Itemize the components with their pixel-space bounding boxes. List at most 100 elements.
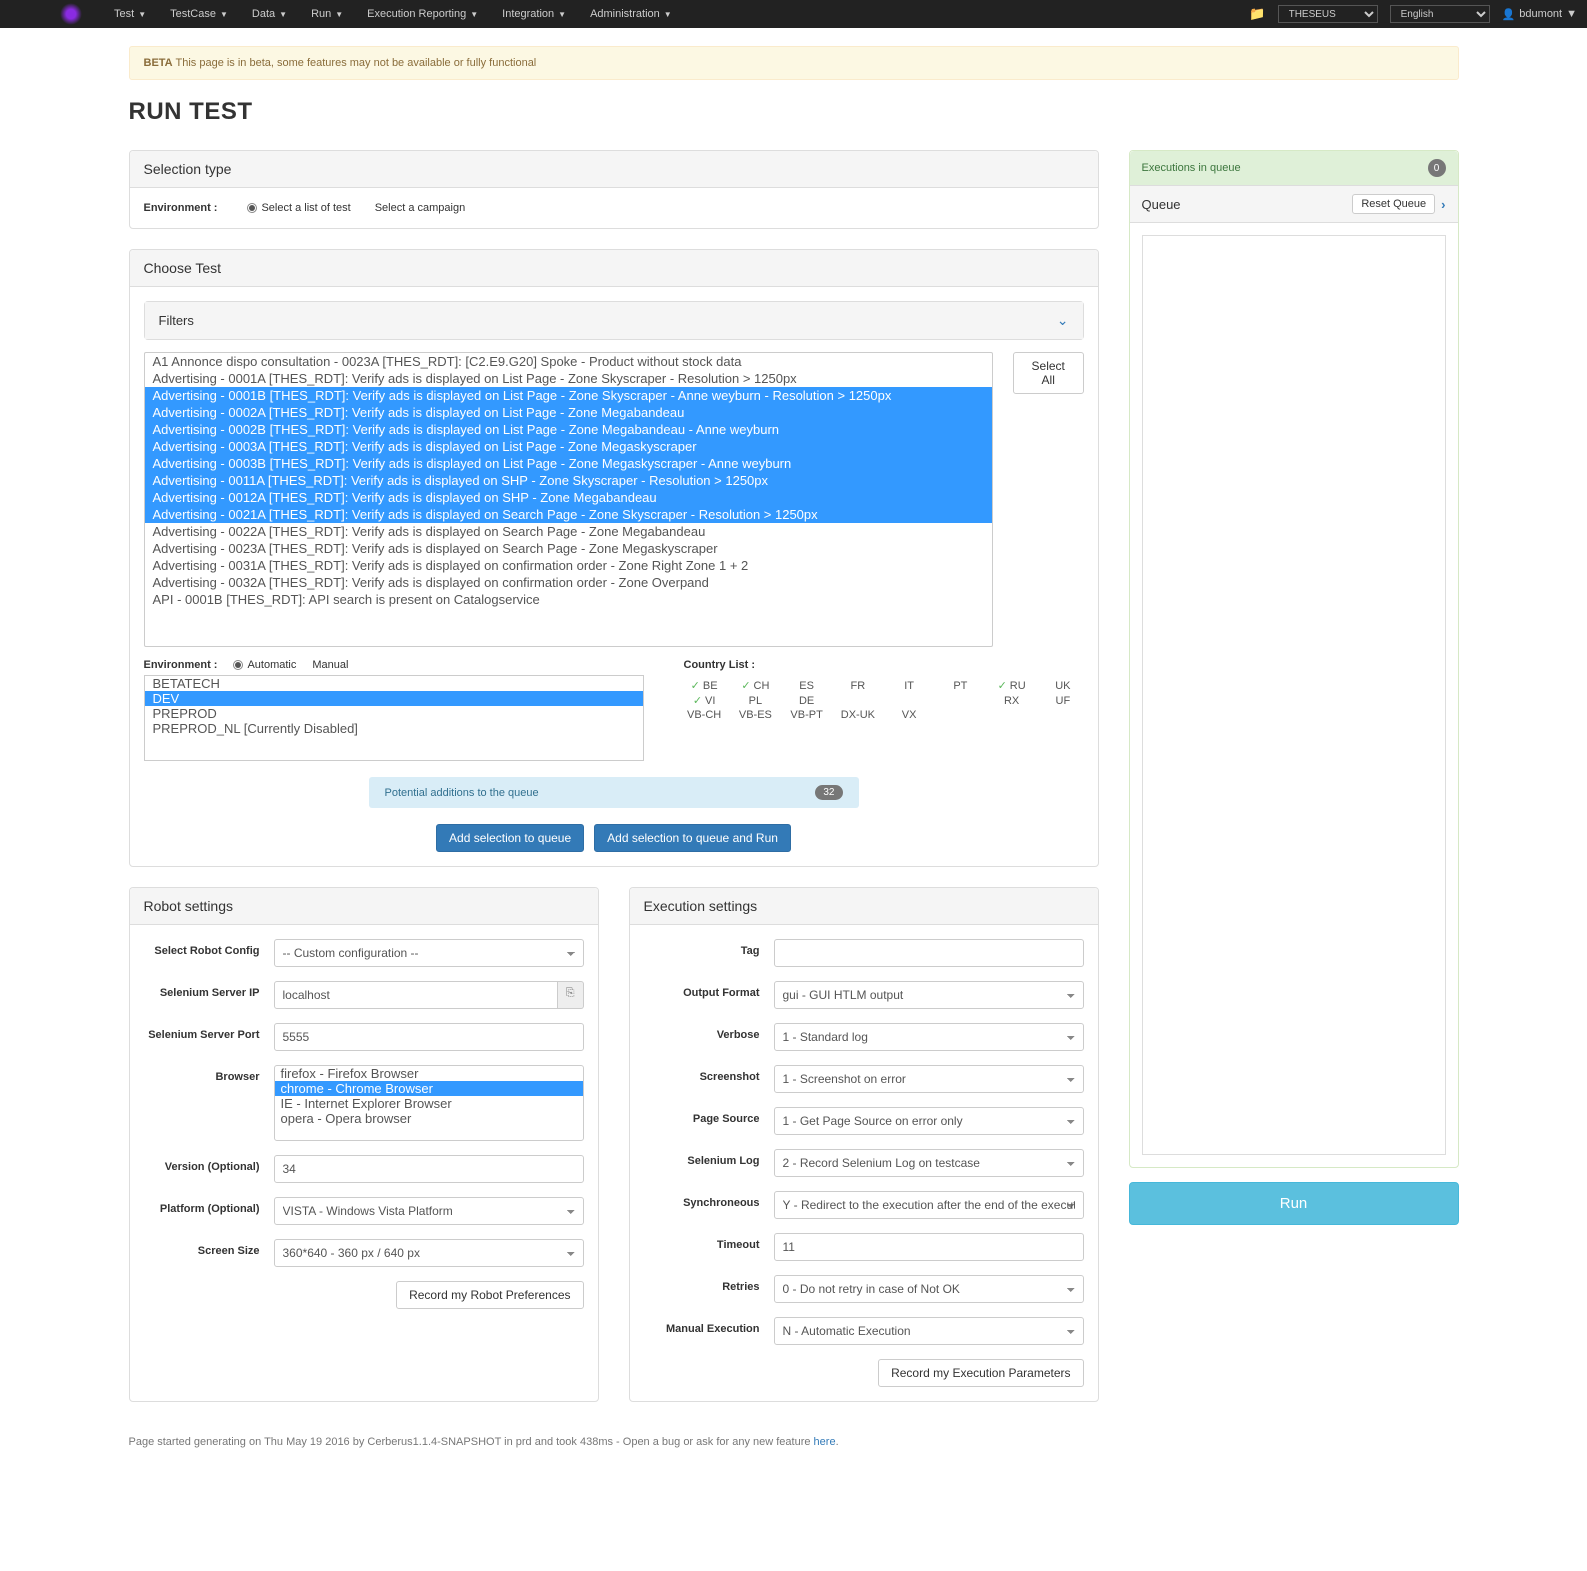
output-format-label: Output Format [644, 981, 774, 999]
country-uf[interactable]: UF [1042, 694, 1083, 707]
country-pl[interactable]: PL [735, 694, 776, 707]
test-option[interactable]: Advertising - 0021A [THES_RDT]: Verify a… [145, 506, 992, 523]
user-menu[interactable]: 👤 bdumont ▼ [1502, 8, 1577, 21]
test-listbox[interactable]: A1 Annonce dispo consultation - 0023A [T… [144, 352, 993, 647]
filters-toggle[interactable]: Filters ⌄ [145, 302, 1083, 339]
chevron-right-icon[interactable]: › [1441, 197, 1445, 212]
retries-select[interactable]: 0 - Do not retry in case of Not OK [774, 1275, 1084, 1303]
radio-label: Select a campaign [375, 202, 466, 214]
version-label: Version (Optional) [144, 1155, 274, 1173]
filters-panel: Filters ⌄ [144, 301, 1084, 340]
test-option[interactable]: Advertising - 0003B [THES_RDT]: Verify a… [145, 455, 992, 472]
radio-icon [247, 203, 257, 213]
country-uk[interactable]: UK [1042, 679, 1083, 692]
potential-label: Potential additions to the queue [385, 787, 539, 799]
select-all-button[interactable]: Select All [1013, 352, 1084, 394]
nav-item-integration[interactable]: Integration▼ [490, 8, 578, 20]
verbose-label: Verbose [644, 1023, 774, 1041]
footer-link[interactable]: here [814, 1436, 836, 1448]
country-vi[interactable]: ✓VI [684, 694, 725, 707]
selenium-ip-label: Selenium Server IP [144, 981, 274, 999]
record-robot-prefs-button[interactable]: Record my Robot Preferences [396, 1281, 583, 1309]
test-option[interactable]: Advertising - 0002A [THES_RDT]: Verify a… [145, 404, 992, 421]
robot-config-select[interactable]: -- Custom configuration -- [274, 939, 584, 967]
test-option[interactable]: Advertising - 0002B [THES_RDT]: Verify a… [145, 421, 992, 438]
platform-select[interactable]: VISTA - Windows Vista Platform [274, 1197, 584, 1225]
test-option[interactable]: Advertising - 0001B [THES_RDT]: Verify a… [145, 387, 992, 404]
nav-item-test[interactable]: Test▼ [102, 8, 158, 20]
radio-manual[interactable]: Manual [312, 659, 348, 671]
test-option[interactable]: Advertising - 0003A [THES_RDT]: Verify a… [145, 438, 992, 455]
filters-label: Filters [159, 313, 194, 328]
beta-label: BETA [144, 57, 173, 69]
browser-option[interactable]: chrome - Chrome Browser [275, 1081, 583, 1096]
radio-select-campaign[interactable]: Select a campaign [375, 202, 466, 214]
test-option[interactable]: API - 0001B [THES_RDT]: API search is pr… [145, 591, 992, 608]
test-option[interactable]: Advertising - 0022A [THES_RDT]: Verify a… [145, 523, 992, 540]
system-select[interactable]: THESEUS [1278, 5, 1378, 23]
test-option[interactable]: Advertising - 0032A [THES_RDT]: Verify a… [145, 574, 992, 591]
browser-option[interactable]: opera - Opera browser [275, 1111, 583, 1126]
country-be[interactable]: ✓BE [684, 679, 725, 692]
browser-label: Browser [144, 1065, 274, 1083]
screen-size-select[interactable]: 360*640 - 360 px / 640 px [274, 1239, 584, 1267]
run-button[interactable]: Run [1129, 1182, 1459, 1225]
tag-input[interactable] [774, 939, 1084, 967]
queue-list [1142, 235, 1446, 1155]
country-es[interactable]: ES [786, 679, 827, 692]
nav-item-testcase[interactable]: TestCase▼ [158, 8, 240, 20]
add-to-queue-button[interactable]: Add selection to queue [436, 824, 584, 852]
test-option[interactable]: Advertising - 0001A [THES_RDT]: Verify a… [145, 370, 992, 387]
test-option[interactable]: Advertising - 0012A [THES_RDT]: Verify a… [145, 489, 992, 506]
country-vx[interactable]: VX [889, 709, 930, 721]
add-to-queue-and-run-button[interactable]: Add selection to queue and Run [594, 824, 791, 852]
env-option[interactable]: PREPROD_NL [Currently Disabled] [145, 721, 643, 736]
timeout-input[interactable] [774, 1233, 1084, 1261]
reset-queue-button[interactable]: Reset Queue [1352, 194, 1435, 214]
record-exec-params-button[interactable]: Record my Execution Parameters [878, 1359, 1083, 1387]
country-ru[interactable]: ✓RU [991, 679, 1032, 692]
country-vb-pt[interactable]: VB-PT [786, 709, 827, 721]
country-de[interactable]: DE [786, 694, 827, 707]
env-option[interactable]: PREPROD [145, 706, 643, 721]
screenshot-select[interactable]: 1 - Screenshot on error [774, 1065, 1084, 1093]
execution-settings-panel: Execution settings Tag Output Format gui… [629, 887, 1099, 1402]
selenium-log-select[interactable]: 2 - Record Selenium Log on testcase [774, 1149, 1084, 1177]
language-select[interactable]: English [1390, 5, 1490, 23]
browser-option[interactable]: IE - Internet Explorer Browser [275, 1096, 583, 1111]
synchronous-select[interactable]: Y - Redirect to the execution after the … [774, 1191, 1084, 1219]
test-option[interactable]: Advertising - 0011A [THES_RDT]: Verify a… [145, 472, 992, 489]
selenium-port-input[interactable] [274, 1023, 584, 1051]
page-source-select[interactable]: 1 - Get Page Source on error only [774, 1107, 1084, 1135]
country-ch[interactable]: ✓CH [735, 679, 776, 692]
nav-item-run[interactable]: Run▼ [299, 8, 355, 20]
country-dx-uk[interactable]: DX-UK [837, 709, 878, 721]
nav-item-execution-reporting[interactable]: Execution Reporting▼ [355, 8, 490, 20]
beta-alert: BETA This page is in beta, some features… [129, 46, 1459, 80]
verbose-select[interactable]: 1 - Standard log [774, 1023, 1084, 1051]
version-input[interactable] [274, 1155, 584, 1183]
browser-option[interactable]: firefox - Firefox Browser [275, 1066, 583, 1081]
test-option[interactable]: Advertising - 0023A [THES_RDT]: Verify a… [145, 540, 992, 557]
country-pt[interactable]: PT [940, 679, 981, 692]
env-option[interactable]: DEV [145, 691, 643, 706]
app-logo[interactable] [60, 3, 82, 25]
browser-listbox[interactable]: firefox - Firefox Browserchrome - Chrome… [274, 1065, 584, 1141]
output-format-select[interactable]: gui - GUI HTLM output [774, 981, 1084, 1009]
env-option[interactable]: BETATECH [145, 676, 643, 691]
country-fr[interactable]: FR [837, 679, 878, 692]
selenium-ip-input[interactable] [274, 981, 558, 1009]
test-option[interactable]: A1 Annonce dispo consultation - 0023A [T… [145, 353, 992, 370]
country-vb-ch[interactable]: VB-CH [684, 709, 725, 721]
nav-item-data[interactable]: Data▼ [240, 8, 299, 20]
radio-select-list[interactable]: Select a list of test [247, 202, 350, 214]
manual-execution-select[interactable]: N - Automatic Execution [774, 1317, 1084, 1345]
nav-item-administration[interactable]: Administration▼ [578, 8, 684, 20]
test-option[interactable]: Advertising - 0031A [THES_RDT]: Verify a… [145, 557, 992, 574]
country-rx[interactable]: RX [991, 694, 1032, 707]
folder-icon[interactable]: 📁 [1249, 6, 1265, 22]
country-vb-es[interactable]: VB-ES [735, 709, 776, 721]
radio-automatic[interactable]: Automatic [233, 659, 296, 671]
country-it[interactable]: IT [889, 679, 930, 692]
environment-listbox[interactable]: BETATECHDEVPREPRODPREPROD_NL [Currently … [144, 675, 644, 761]
